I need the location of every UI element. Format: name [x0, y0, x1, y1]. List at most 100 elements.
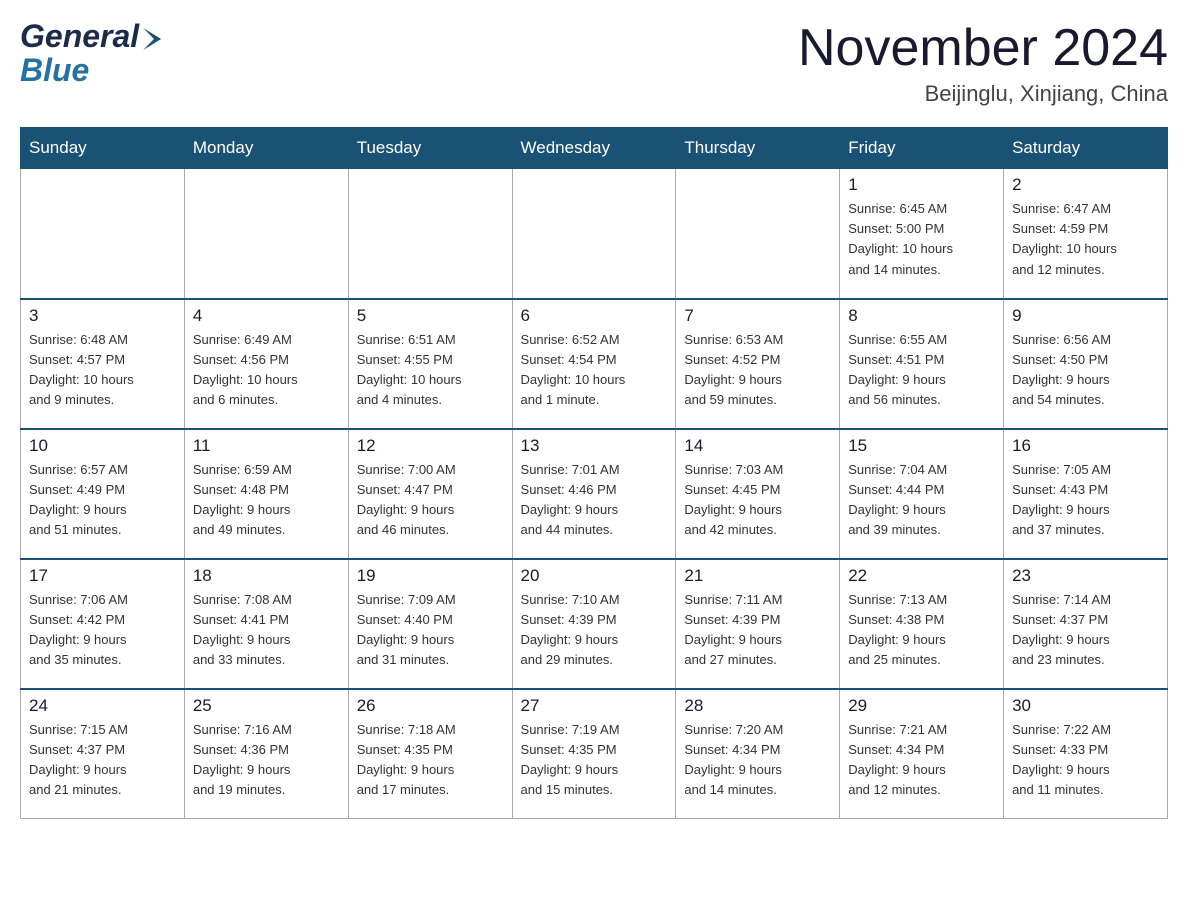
- calendar-cell: 21 Sunrise: 7:11 AM Sunset: 4:39 PM Dayli…: [676, 559, 840, 689]
- day-info: Sunrise: 6:55 AM Sunset: 4:51 PM Dayligh…: [848, 330, 995, 411]
- calendar-week-row: 10 Sunrise: 6:57 AM Sunset: 4:49 PM Dayli…: [21, 429, 1168, 559]
- month-title: November 2024: [798, 20, 1168, 77]
- calendar-cell: 11Sunrise: 6:59 AM Sunset: 4:48 PM Dayli…: [184, 429, 348, 559]
- logo-general: General: [20, 20, 139, 52]
- day-info: Sunrise: 6:49 AM Sunset: 4:56 PM Dayligh…: [193, 330, 340, 411]
- day-info: Sunrise: 6:47 AM Sunset: 4:59 PM Dayligh…: [1012, 199, 1159, 280]
- weekday-header: Sunday: [21, 128, 185, 169]
- day-info: Sunrise: 7:10 AM Sunset: 4:39 PM Dayligh…: [521, 590, 668, 671]
- day-number: 14: [684, 436, 831, 456]
- day-info: Sunrise: 7:14 AM Sunset: 4:37 PM Dayligh…: [1012, 590, 1159, 671]
- day-number: 27: [521, 696, 668, 716]
- calendar-cell: 12Sunrise: 7:00 AM Sunset: 4:47 PM Dayli…: [348, 429, 512, 559]
- logo: General Blue: [20, 20, 161, 89]
- day-number: 6: [521, 306, 668, 326]
- calendar-cell: 16 Sunrise: 7:05 AM Sunset: 4:43 PM Dayli…: [1004, 429, 1168, 559]
- calendar-week-row: 17 Sunrise: 7:06 AM Sunset: 4:42 PM Dayli…: [21, 559, 1168, 689]
- calendar-cell: [676, 169, 840, 299]
- calendar-cell: 10 Sunrise: 6:57 AM Sunset: 4:49 PM Dayli…: [21, 429, 185, 559]
- calendar-cell: 29 Sunrise: 7:21 AM Sunset: 4:34 PM Dayli…: [840, 689, 1004, 819]
- weekday-header-row: SundayMondayTuesdayWednesdayThursdayFrid…: [21, 128, 1168, 169]
- calendar-cell: 9 Sunrise: 6:56 AM Sunset: 4:50 PM Daylig…: [1004, 299, 1168, 429]
- calendar-week-row: 1 Sunrise: 6:45 AM Sunset: 5:00 PM Daylig…: [21, 169, 1168, 299]
- day-number: 28: [684, 696, 831, 716]
- calendar-cell: [184, 169, 348, 299]
- day-info: Sunrise: 7:18 AM Sunset: 4:35 PM Dayligh…: [357, 720, 504, 801]
- calendar-cell: [348, 169, 512, 299]
- day-number: 16: [1012, 436, 1159, 456]
- day-info: Sunrise: 7:16 AM Sunset: 4:36 PM Dayligh…: [193, 720, 340, 801]
- day-info: Sunrise: 6:45 AM Sunset: 5:00 PM Dayligh…: [848, 199, 995, 280]
- day-info: Sunrise: 6:52 AM Sunset: 4:54 PM Dayligh…: [521, 330, 668, 411]
- calendar-cell: [512, 169, 676, 299]
- calendar-cell: 28 Sunrise: 7:20 AM Sunset: 4:34 PM Dayli…: [676, 689, 840, 819]
- calendar-cell: 14Sunrise: 7:03 AM Sunset: 4:45 PM Dayli…: [676, 429, 840, 559]
- day-info: Sunrise: 7:01 AM Sunset: 4:46 PM Dayligh…: [521, 460, 668, 541]
- day-info: Sunrise: 7:19 AM Sunset: 4:35 PM Dayligh…: [521, 720, 668, 801]
- calendar-cell: 19 Sunrise: 7:09 AM Sunset: 4:40 PM Dayli…: [348, 559, 512, 689]
- day-number: 13: [521, 436, 668, 456]
- page-header: General Blue November 2024 Beijinglu, Xi…: [20, 20, 1168, 107]
- day-info: Sunrise: 6:51 AM Sunset: 4:55 PM Dayligh…: [357, 330, 504, 411]
- calendar-cell: 6 Sunrise: 6:52 AM Sunset: 4:54 PM Daylig…: [512, 299, 676, 429]
- day-number: 20: [521, 566, 668, 586]
- day-info: Sunrise: 7:20 AM Sunset: 4:34 PM Dayligh…: [684, 720, 831, 801]
- calendar-cell: 4 Sunrise: 6:49 AM Sunset: 4:56 PM Daylig…: [184, 299, 348, 429]
- day-info: Sunrise: 7:00 AM Sunset: 4:47 PM Dayligh…: [357, 460, 504, 541]
- day-info: Sunrise: 7:11 AM Sunset: 4:39 PM Dayligh…: [684, 590, 831, 671]
- day-info: Sunrise: 7:06 AM Sunset: 4:42 PM Dayligh…: [29, 590, 176, 671]
- day-number: 7: [684, 306, 831, 326]
- day-number: 25: [193, 696, 340, 716]
- day-number: 29: [848, 696, 995, 716]
- calendar-cell: 3Sunrise: 6:48 AM Sunset: 4:57 PM Daylig…: [21, 299, 185, 429]
- calendar-cell: 25 Sunrise: 7:16 AM Sunset: 4:36 PM Dayli…: [184, 689, 348, 819]
- weekday-header: Friday: [840, 128, 1004, 169]
- day-info: Sunrise: 7:21 AM Sunset: 4:34 PM Dayligh…: [848, 720, 995, 801]
- day-info: Sunrise: 7:04 AM Sunset: 4:44 PM Dayligh…: [848, 460, 995, 541]
- calendar-table: SundayMondayTuesdayWednesdayThursdayFrid…: [20, 127, 1168, 819]
- calendar-cell: 23 Sunrise: 7:14 AM Sunset: 4:37 PM Dayli…: [1004, 559, 1168, 689]
- day-number: 22: [848, 566, 995, 586]
- day-info: Sunrise: 7:13 AM Sunset: 4:38 PM Dayligh…: [848, 590, 995, 671]
- calendar-cell: 20 Sunrise: 7:10 AM Sunset: 4:39 PM Dayli…: [512, 559, 676, 689]
- day-number: 17: [29, 566, 176, 586]
- day-number: 4: [193, 306, 340, 326]
- calendar-cell: 30 Sunrise: 7:22 AM Sunset: 4:33 PM Dayli…: [1004, 689, 1168, 819]
- day-number: 9: [1012, 306, 1159, 326]
- day-number: 30: [1012, 696, 1159, 716]
- day-info: Sunrise: 7:22 AM Sunset: 4:33 PM Dayligh…: [1012, 720, 1159, 801]
- day-number: 1: [848, 175, 995, 195]
- day-number: 8: [848, 306, 995, 326]
- day-info: Sunrise: 7:15 AM Sunset: 4:37 PM Dayligh…: [29, 720, 176, 801]
- day-number: 5: [357, 306, 504, 326]
- calendar-cell: 2Sunrise: 6:47 AM Sunset: 4:59 PM Daylig…: [1004, 169, 1168, 299]
- logo-chevron-icon: [143, 28, 161, 50]
- day-info: Sunrise: 6:56 AM Sunset: 4:50 PM Dayligh…: [1012, 330, 1159, 411]
- calendar-cell: [21, 169, 185, 299]
- day-number: 24: [29, 696, 176, 716]
- day-number: 21: [684, 566, 831, 586]
- calendar-cell: 27 Sunrise: 7:19 AM Sunset: 4:35 PM Dayli…: [512, 689, 676, 819]
- day-number: 26: [357, 696, 504, 716]
- calendar-week-row: 24 Sunrise: 7:15 AM Sunset: 4:37 PM Dayli…: [21, 689, 1168, 819]
- day-info: Sunrise: 7:05 AM Sunset: 4:43 PM Dayligh…: [1012, 460, 1159, 541]
- location-title: Beijinglu, Xinjiang, China: [798, 81, 1168, 107]
- calendar-cell: 8 Sunrise: 6:55 AM Sunset: 4:51 PM Daylig…: [840, 299, 1004, 429]
- calendar-cell: 17 Sunrise: 7:06 AM Sunset: 4:42 PM Dayli…: [21, 559, 185, 689]
- calendar-cell: 1 Sunrise: 6:45 AM Sunset: 5:00 PM Daylig…: [840, 169, 1004, 299]
- calendar-cell: 26 Sunrise: 7:18 AM Sunset: 4:35 PM Dayli…: [348, 689, 512, 819]
- calendar-cell: 5 Sunrise: 6:51 AM Sunset: 4:55 PM Daylig…: [348, 299, 512, 429]
- title-area: November 2024 Beijinglu, Xinjiang, China: [798, 20, 1168, 107]
- day-number: 10: [29, 436, 176, 456]
- calendar-cell: 22 Sunrise: 7:13 AM Sunset: 4:38 PM Dayli…: [840, 559, 1004, 689]
- day-number: 11: [193, 436, 340, 456]
- calendar-cell: 7 Sunrise: 6:53 AM Sunset: 4:52 PM Daylig…: [676, 299, 840, 429]
- day-info: Sunrise: 6:57 AM Sunset: 4:49 PM Dayligh…: [29, 460, 176, 541]
- day-number: 23: [1012, 566, 1159, 586]
- weekday-header: Monday: [184, 128, 348, 169]
- day-number: 18: [193, 566, 340, 586]
- day-info: Sunrise: 7:09 AM Sunset: 4:40 PM Dayligh…: [357, 590, 504, 671]
- day-number: 19: [357, 566, 504, 586]
- weekday-header: Tuesday: [348, 128, 512, 169]
- day-info: Sunrise: 6:53 AM Sunset: 4:52 PM Dayligh…: [684, 330, 831, 411]
